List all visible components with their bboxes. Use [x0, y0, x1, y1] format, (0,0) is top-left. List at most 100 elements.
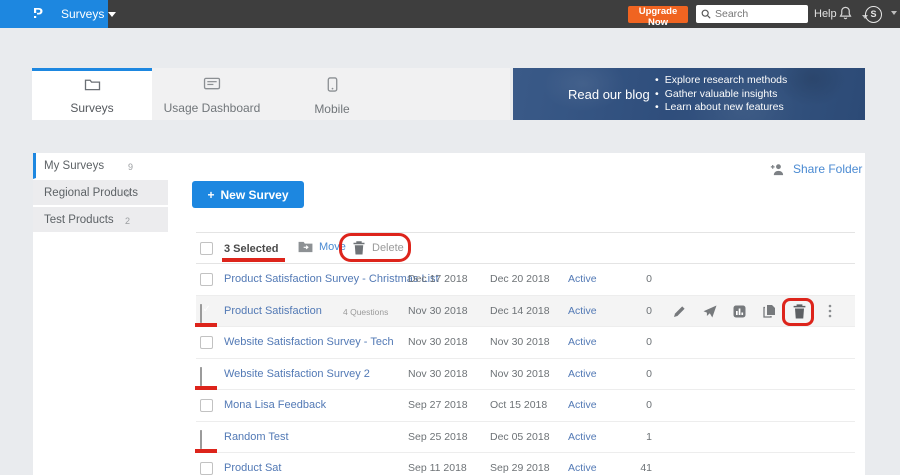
product-menu-label: Surveys [61, 7, 104, 21]
start-date: Sep 27 2018 [408, 399, 468, 411]
folder-label: My Surveys [44, 160, 104, 172]
status-link[interactable]: Active [568, 431, 597, 443]
banner-title: Read our blog [568, 87, 650, 102]
account-menu[interactable]: S [865, 4, 897, 23]
status-link[interactable]: Active [568, 399, 597, 411]
dashboard-icon [203, 77, 221, 91]
table-row: Product Satisfaction 4 Questions Nov 30 … [196, 296, 855, 328]
edit-button[interactable] [670, 301, 689, 321]
sidebar-item-test-products[interactable]: Test Products 2 [33, 207, 168, 233]
start-date: Dec 17 2018 [408, 273, 468, 285]
new-survey-button[interactable]: + New Survey [192, 181, 304, 208]
survey-name-link[interactable]: Random Test [224, 431, 289, 443]
bar-chart-icon [733, 305, 746, 318]
share-user-icon [770, 163, 786, 176]
more-options-button[interactable] [820, 301, 839, 321]
search-input[interactable] [715, 8, 801, 20]
delete-label: Delete [372, 242, 404, 254]
send-button[interactable] [700, 301, 719, 321]
row-checkbox[interactable] [200, 430, 202, 449]
sidebar-item-my-surveys[interactable]: My Surveys 9 [33, 153, 168, 179]
survey-name-link[interactable]: Mona Lisa Feedback [224, 399, 326, 411]
selected-count-label: 3 Selected [224, 243, 278, 255]
move-button[interactable]: Move [298, 241, 346, 253]
start-date: Nov 30 2018 [408, 336, 468, 348]
end-date: Nov 30 2018 [490, 336, 550, 348]
tab-usage-dashboard[interactable]: Usage Dashboard [152, 68, 272, 120]
notifications-menu[interactable] [838, 5, 868, 26]
row-checkbox[interactable] [200, 273, 213, 286]
table-row: Website Satisfaction Survey - Tech Nov 3… [196, 327, 855, 359]
folder-icon [84, 77, 101, 91]
folder-count: 9 [128, 162, 133, 172]
tab-label: Usage Dashboard [152, 101, 272, 115]
table-row: Product Satisfaction Survey - Christmas … [196, 264, 855, 296]
table-row: Product Sat Sep 11 2018 Sep 29 2018 Acti… [196, 453, 855, 475]
row-checkbox[interactable] [200, 462, 213, 475]
table-row: Random Test Sep 25 2018 Dec 05 2018 Acti… [196, 422, 855, 454]
product-switcher[interactable]: P Surveys [0, 0, 108, 28]
survey-table: Product Satisfaction Survey - Christmas … [196, 264, 855, 475]
start-date: Nov 30 2018 [408, 368, 468, 380]
copy-button[interactable] [760, 301, 779, 321]
response-count: 1 [632, 431, 652, 443]
plus-icon: + [207, 188, 214, 202]
copy-icon [763, 304, 776, 318]
row-checkbox[interactable] [200, 336, 213, 349]
end-date: Dec 20 2018 [490, 273, 550, 285]
row-checkbox[interactable] [200, 367, 202, 386]
status-link[interactable]: Active [568, 305, 597, 317]
row-actions: Delete [670, 296, 839, 328]
start-date: Sep 25 2018 [408, 431, 468, 443]
survey-name-link[interactable]: Product Satisfaction [224, 305, 322, 317]
chevron-down-icon [891, 11, 897, 15]
end-date: Dec 14 2018 [490, 305, 550, 317]
response-count: 0 [632, 368, 652, 380]
end-date: Dec 05 2018 [490, 431, 550, 443]
tab-mobile[interactable]: Mobile [272, 68, 392, 120]
survey-name-link[interactable]: Product Satisfaction Survey - Christmas … [224, 273, 439, 285]
tab-label: Surveys [32, 101, 152, 115]
status-link[interactable]: Active [568, 368, 597, 380]
response-count: 0 [632, 273, 652, 285]
survey-questions-label: 4 Questions [343, 307, 388, 317]
banner-bullet-list: Explore research methods Gather valuable… [655, 74, 787, 115]
bell-icon [838, 5, 853, 21]
bulk-actions-toolbar: 3 Selected Move Delete [196, 232, 855, 264]
select-all-checkbox[interactable] [200, 242, 213, 255]
start-date: Sep 11 2018 [408, 462, 467, 474]
status-link[interactable]: Active [568, 336, 597, 348]
status-link[interactable]: Active [568, 462, 597, 474]
annotation-underline-selected [222, 258, 285, 262]
upgrade-now-button[interactable]: Upgrade Now [628, 6, 688, 23]
share-folder-button[interactable]: Share Folder [770, 162, 862, 176]
table-row: Mona Lisa Feedback Sep 27 2018 Oct 15 20… [196, 390, 855, 422]
bulk-delete-button[interactable]: Delete [353, 241, 404, 255]
status-link[interactable]: Active [568, 273, 597, 285]
survey-name-link[interactable]: Website Satisfaction Survey 2 [224, 368, 370, 380]
row-checkbox[interactable] [200, 304, 202, 323]
delete-button[interactable]: Delete [790, 301, 809, 321]
row-checkbox[interactable] [200, 399, 213, 412]
search-icon [701, 9, 711, 19]
survey-name-link[interactable]: Product Sat [224, 462, 281, 474]
sidebar-item-regional-products[interactable]: Regional Products 0 [33, 180, 168, 206]
tab-label: Mobile [272, 102, 392, 116]
blog-banner[interactable]: Read our blog Explore research methods G… [513, 68, 865, 120]
banner-bullet: Explore research methods [655, 74, 787, 88]
banner-bullet: Gather valuable insights [655, 88, 787, 102]
folder-count: 2 [125, 216, 130, 226]
table-row: Website Satisfaction Survey 2 Nov 30 201… [196, 359, 855, 391]
end-date: Nov 30 2018 [490, 368, 550, 380]
global-search[interactable] [696, 5, 808, 23]
tab-surveys[interactable]: Surveys [32, 68, 152, 120]
response-count: 41 [632, 462, 652, 474]
brand-logo-notch [34, 13, 37, 16]
app-screen: P Surveys Upgrade Now Help S Surveys Usa… [0, 0, 900, 475]
paper-plane-icon [703, 305, 717, 318]
response-count: 0 [632, 305, 652, 317]
help-link[interactable]: Help [814, 8, 837, 20]
report-button[interactable] [730, 301, 749, 321]
survey-name-link[interactable]: Website Satisfaction Survey - Tech [224, 336, 394, 348]
new-survey-label: New Survey [220, 188, 288, 202]
